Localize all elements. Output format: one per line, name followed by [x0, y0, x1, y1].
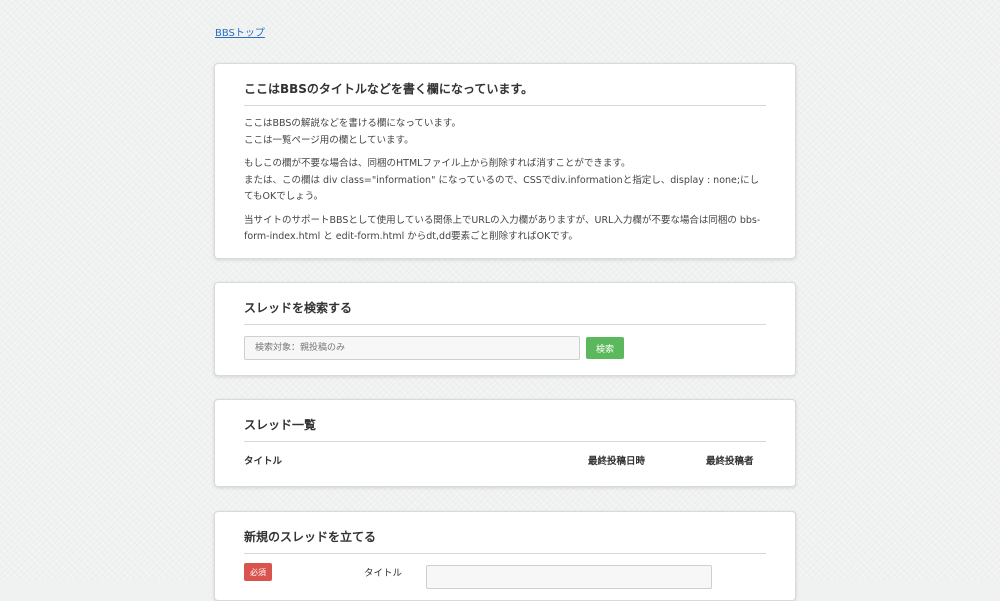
column-header-title: タイトル	[244, 456, 283, 467]
info-text-line: 当サイトのサポートBBSとして使用している関係上でURLの入力欄がありますが、U…	[244, 214, 761, 243]
search-button[interactable]: 検索	[586, 337, 624, 359]
required-badge: 必須	[244, 563, 272, 581]
thread-list-header: タイトル 最終投稿日時 最終投稿者	[244, 453, 766, 467]
search-panel: スレッドを検索する 検索	[214, 282, 796, 376]
search-row: 検索	[244, 336, 766, 360]
thread-list-title: スレッド一覧	[244, 400, 766, 442]
column-header-last-poster: 最終投稿者	[706, 456, 754, 467]
search-title: スレッドを検索する	[244, 283, 766, 325]
info-text-line: ここは一覧ページ用の欄としています。	[244, 134, 414, 146]
info-text-line: または、この欄は div class="information" になっているの…	[244, 174, 760, 203]
info-text-line: もしこの欄が不要な場合は、同梱のHTMLファイル上から削除すれば消すことができま…	[244, 158, 631, 169]
information-panel: ここはBBSのタイトルなどを書く欄になっています。 ここはBBSの解説などを書け…	[214, 63, 796, 259]
thread-list-panel: スレッド一覧 タイトル 最終投稿日時 最終投稿者	[214, 399, 796, 487]
new-thread-title: 新規のスレッドを立てる	[244, 512, 766, 554]
new-thread-panel: 新規のスレッドを立てる 必須 タイトル	[214, 511, 796, 601]
thread-title-input[interactable]	[426, 565, 712, 589]
column-header-last-post-date: 最終投稿日時	[588, 456, 646, 467]
bbs-top-link[interactable]: BBSトップ	[215, 24, 265, 39]
info-body: ここはBBSの解説などを書ける欄になっています。 ここは一覧ページ用の欄としてい…	[244, 106, 766, 246]
info-title: ここはBBSのタイトルなどを書く欄になっています。	[244, 64, 766, 106]
info-text-line: ここはBBSの解説などを書ける欄になっています。	[244, 118, 461, 129]
title-field-label: タイトル	[364, 568, 403, 579]
search-input[interactable]	[244, 336, 580, 360]
title-field-row: 必須 タイトル	[244, 563, 766, 589]
